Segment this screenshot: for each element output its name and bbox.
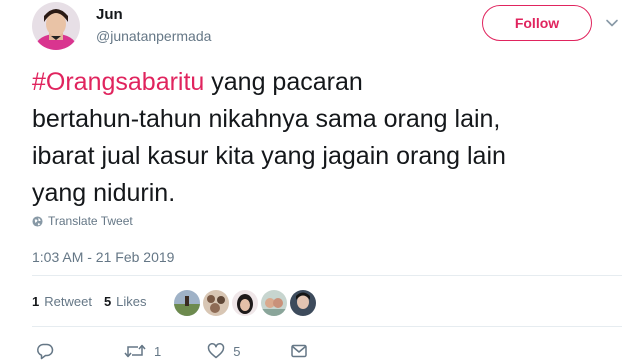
likes-label: Likes <box>116 294 147 309</box>
translate-label: Translate Tweet <box>48 214 133 228</box>
like-button[interactable]: 5 <box>207 342 240 360</box>
reply-button[interactable] <box>36 342 62 360</box>
retweets-stat[interactable]: 1 Retweet <box>32 294 92 309</box>
retweets-label: Retweet <box>44 294 92 309</box>
follow-button-label: Follow <box>514 15 560 31</box>
liker-avatar[interactable] <box>232 290 258 316</box>
liker-avatar[interactable] <box>203 290 229 316</box>
heart-icon <box>207 343 225 359</box>
retweet-count: 1 <box>154 343 162 359</box>
translate-tweet-link[interactable]: Translate Tweet <box>32 214 133 228</box>
tweet-timestamp[interactable]: 1:03 AM - 21 Feb 2019 <box>32 249 174 265</box>
globe-icon <box>32 215 43 227</box>
liker-avatar[interactable] <box>290 290 316 316</box>
reply-icon <box>37 343 54 360</box>
tweet-text-line-2: bertahun-tahun nikahnya sama orang lain, <box>32 105 501 133</box>
retweets-count: 1 <box>32 294 40 309</box>
tweet-text-line-1: #Orangsabaritu yang pacaran <box>32 64 612 101</box>
likers-avatars <box>174 290 316 316</box>
user-name[interactable]: Jun <box>96 6 123 23</box>
retweet-button[interactable]: 1 <box>124 342 161 360</box>
tweet-text-line-4: yang nidurin. <box>32 179 176 207</box>
tweet-card: Jun @junatanpermada Follow #Orangsabarit… <box>0 0 640 360</box>
tweet-text-line-1-rest: yang pacaran <box>204 68 363 96</box>
likes-stat[interactable]: 5 Likes <box>104 294 147 309</box>
tweet-text-line-3: ibarat jual kasur kita yang jagain orang… <box>32 142 506 170</box>
liker-avatar[interactable] <box>261 290 287 316</box>
like-count: 5 <box>233 343 241 359</box>
liker-avatar[interactable] <box>174 290 200 316</box>
tweet-text: #Orangsabaritu yang pacaran bertahun-tah… <box>32 64 612 212</box>
divider <box>32 275 622 276</box>
hashtag-link[interactable]: #Orangsabaritu <box>32 68 204 96</box>
tweet-actions: 1 5 <box>32 342 308 360</box>
user-handle[interactable]: @junatanpermada <box>96 28 211 44</box>
retweet-icon <box>124 344 146 358</box>
divider <box>32 326 622 327</box>
avatar[interactable] <box>32 2 80 50</box>
tweet-stats: 1 Retweet 5 Likes <box>32 294 147 309</box>
chevron-down-icon[interactable] <box>604 15 620 31</box>
follow-button[interactable]: Follow <box>482 5 592 41</box>
direct-message-icon <box>291 344 308 358</box>
likes-count: 5 <box>103 294 112 309</box>
direct-message-button[interactable] <box>290 342 308 360</box>
